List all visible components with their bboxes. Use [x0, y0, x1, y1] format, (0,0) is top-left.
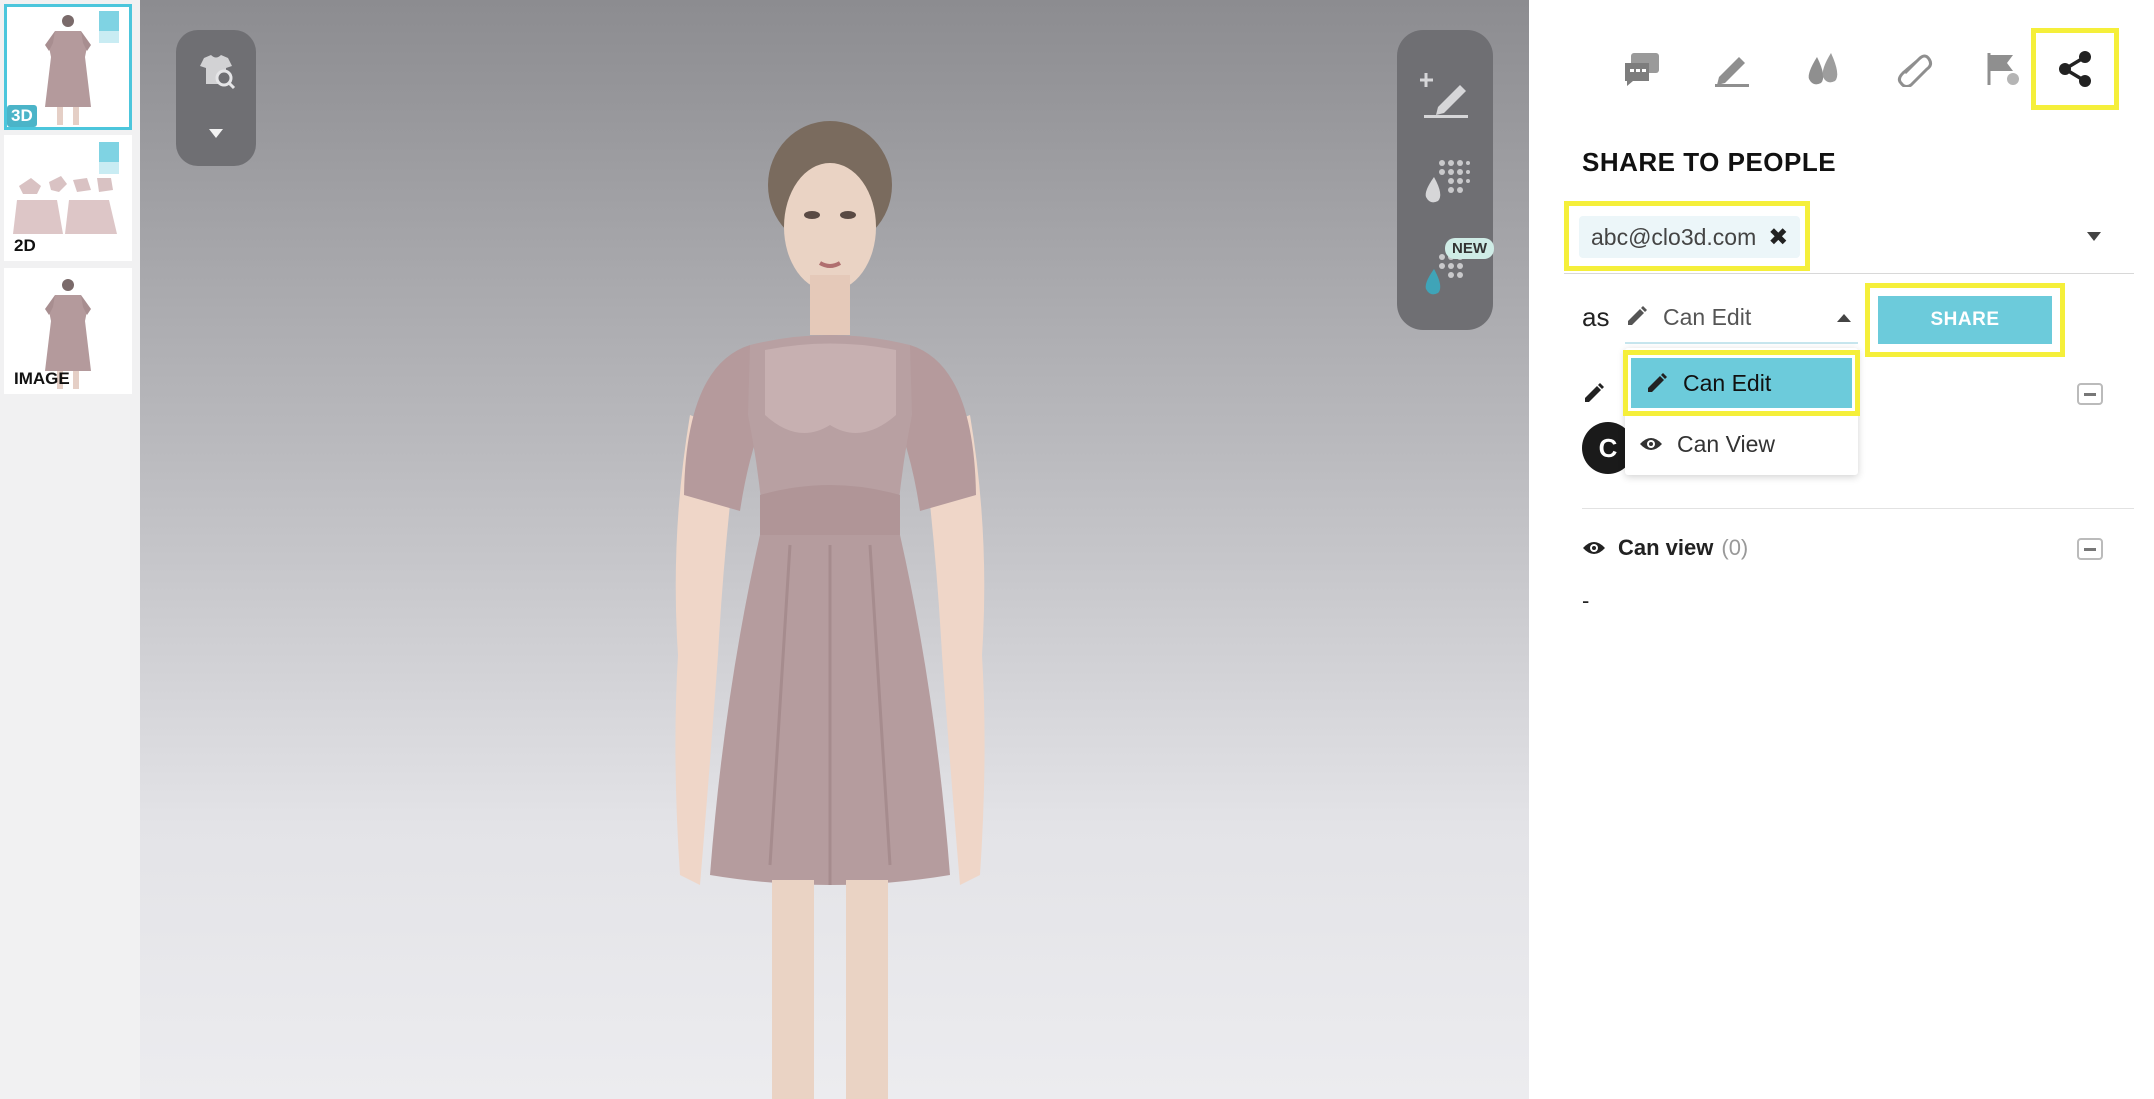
can-view-empty: - — [1582, 588, 1590, 613]
can-view-label: Can view — [1618, 535, 1714, 560]
colorway-icon — [1808, 53, 1838, 85]
comments-icon — [1625, 53, 1659, 86]
share-panel-title: SHARE TO PEOPLE — [1582, 147, 1837, 177]
pencil-icon — [1645, 371, 1669, 395]
thumbnail-3d[interactable]: 3D — [4, 4, 132, 130]
color-drop-grid-icon — [1425, 160, 1470, 203]
caret-down-icon — [209, 129, 223, 138]
highlighter-icon — [1715, 57, 1749, 87]
pencil-icon — [1585, 383, 1604, 402]
thumbnail-label: IMAGE — [14, 369, 70, 388]
avatar-model-dress — [675, 121, 985, 1099]
role-option-label: Can View — [1677, 430, 1776, 457]
recipient-underline — [1564, 273, 2134, 274]
thumbnail-2d[interactable]: 2D — [4, 135, 132, 261]
recipient-dropdown-caret-icon[interactable] — [2087, 232, 2101, 241]
can-view-section-header: Can view (0) — [1582, 533, 1748, 563]
recipient-chip: abc@clo3d.com ✖ — [1579, 216, 1801, 258]
tab-flags[interactable] — [1969, 34, 2039, 104]
share-button[interactable]: SHARE — [1878, 296, 2052, 344]
share-button-highlight: SHARE — [1865, 283, 2065, 357]
tab-colorways[interactable] — [1789, 34, 1859, 104]
pencil-icon — [1625, 304, 1649, 333]
new-badge: NEW — [1445, 238, 1494, 259]
edit-toolbar: NEW — [1397, 30, 1494, 330]
tab-share[interactable] — [2031, 28, 2119, 110]
role-select[interactable]: Can Edit — [1625, 290, 1858, 344]
tab-markup[interactable] — [1697, 34, 1767, 104]
caret-up-icon — [1837, 314, 1851, 322]
panel-tabbar — [1529, 28, 2154, 110]
role-option-label: Can Edit — [1683, 369, 1772, 396]
app-root: 3D 2D IMAGE NEW SHARE TO PEOPLE abc@clo3… — [0, 0, 2154, 1099]
collapse-can-view-button[interactable] — [2077, 538, 2103, 560]
recipient-input[interactable]: abc@clo3d.com ✖ — [1564, 201, 1810, 271]
colorway-swatch — [99, 142, 119, 174]
view-toolbar — [176, 30, 256, 166]
recipient-email: abc@clo3d.com — [1591, 223, 1757, 250]
role-dropdown-menu: Can Edit Can View — [1623, 348, 1860, 475]
colorway-swatch — [99, 11, 119, 43]
flag-icon — [1987, 53, 2019, 85]
thumbnail-rail: 3D 2D IMAGE — [0, 0, 140, 1099]
collapse-can-edit-button[interactable] — [2077, 383, 2103, 405]
eye-icon — [1639, 435, 1663, 453]
can-view-count: (0) — [1721, 535, 1749, 560]
thumbnail-label: 2D — [14, 236, 36, 255]
tab-comments[interactable] — [1607, 34, 1677, 104]
tab-attachments[interactable] — [1879, 34, 1949, 104]
garment-search-icon — [200, 55, 236, 90]
thumbnail-image[interactable]: IMAGE — [4, 268, 132, 394]
add-annotation-button[interactable] — [1415, 64, 1475, 124]
garment-search-button[interactable] — [194, 48, 238, 92]
can-edit-section-header — [1582, 378, 1606, 408]
remove-recipient-icon[interactable]: ✖ — [1768, 223, 1788, 252]
eye-icon — [1583, 542, 1605, 554]
role-selected-value: Can Edit — [1663, 304, 1752, 330]
section-divider — [1582, 508, 2134, 509]
attachment-icon — [1897, 54, 1933, 87]
thumbnail-label: 3D — [7, 105, 37, 127]
colorway-grid-button[interactable] — [1415, 150, 1475, 210]
share-panel: SHARE TO PEOPLE abc@clo3d.com ✖ as Can E… — [1529, 0, 2154, 1099]
3d-viewport[interactable]: NEW — [140, 0, 1529, 1099]
add-pen-icon — [1420, 73, 1468, 118]
share-icon — [2059, 51, 2091, 87]
as-label: as — [1582, 302, 1610, 332]
role-option-can-edit[interactable]: Can Edit — [1623, 350, 1860, 416]
view-menu-dropdown[interactable] — [200, 118, 232, 150]
role-option-can-view[interactable]: Can View — [1625, 416, 1858, 472]
